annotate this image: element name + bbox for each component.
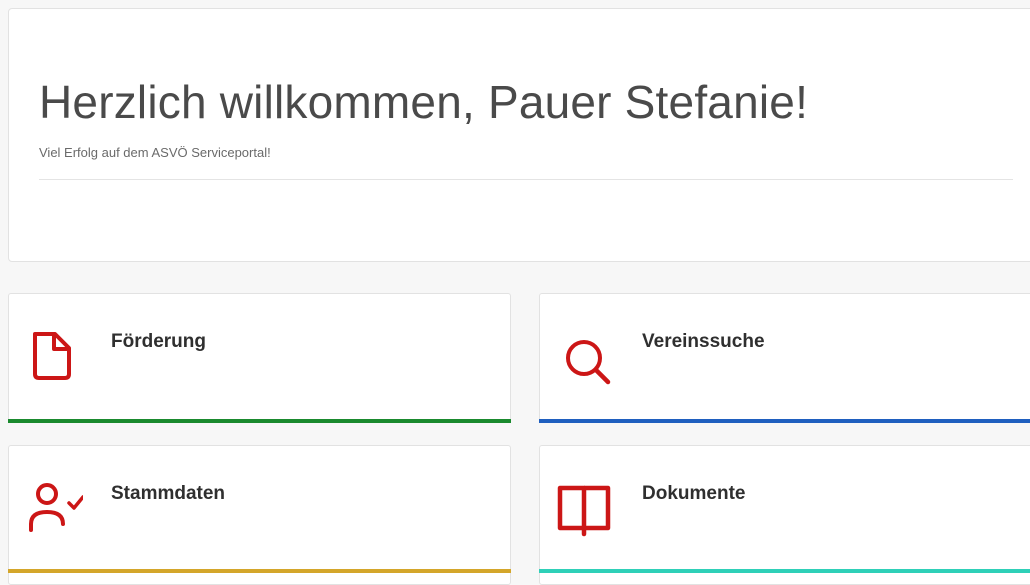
tile-accent-bar <box>539 419 1030 423</box>
tile-accent-bar <box>8 419 511 423</box>
open-book-icon <box>554 474 614 538</box>
tile-label: Stammdaten <box>111 483 226 504</box>
user-check-icon <box>23 474 85 538</box>
welcome-card: Herzlich willkommen, Pauer Stefanie! Vie… <box>8 8 1030 262</box>
tile-accent-bar <box>539 569 1030 573</box>
tile-accent-bar <box>8 569 511 573</box>
document-icon <box>23 322 83 386</box>
tile-foerderung[interactable]: Förderung <box>8 293 511 423</box>
tile-vereinssuche[interactable]: Vereinssuche <box>539 293 1030 423</box>
tile-label: Förderung <box>111 331 206 352</box>
tile-label: Dokumente <box>642 483 746 504</box>
welcome-title: Herzlich willkommen, Pauer Stefanie! <box>39 76 809 128</box>
tile-label: Vereinssuche <box>642 331 765 352</box>
search-icon <box>554 322 614 386</box>
tile-stammdaten[interactable]: Stammdaten <box>8 445 511 585</box>
tile-dokumente[interactable]: Dokumente <box>539 445 1030 585</box>
welcome-subtitle: Viel Erfolg auf dem ASVÖ Serviceportal! <box>39 145 271 160</box>
divider <box>39 179 1013 180</box>
